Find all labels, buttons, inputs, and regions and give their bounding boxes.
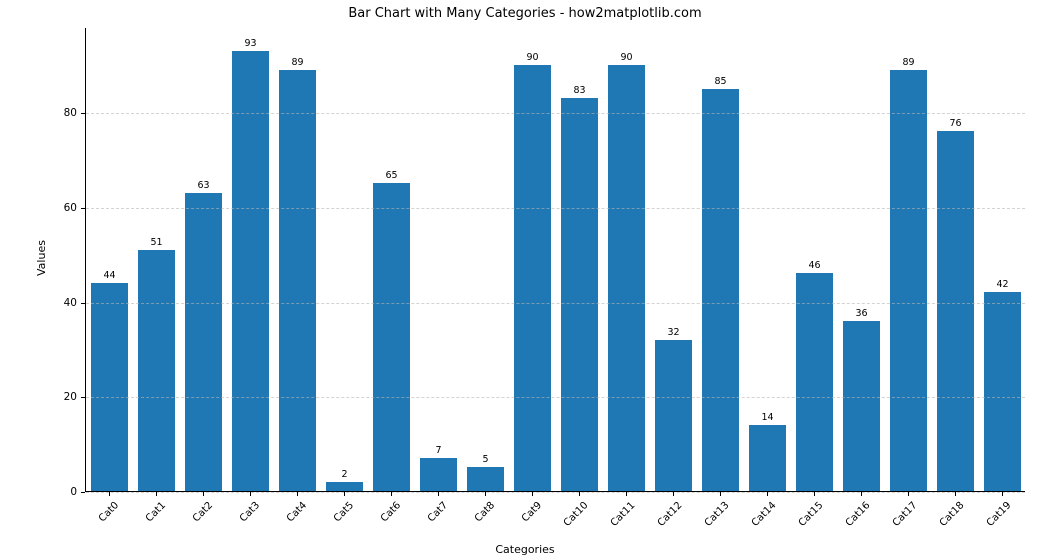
- x-tick-mark: [485, 492, 486, 496]
- bar-value-label: 76: [949, 118, 961, 129]
- x-tick-mark: [814, 492, 815, 496]
- gridline: [86, 303, 1025, 304]
- x-tick-label: Cat18: [937, 500, 966, 529]
- x-tick-mark: [626, 492, 627, 496]
- bar: [279, 70, 317, 491]
- x-axis-label: Categories: [0, 543, 1050, 556]
- figure: Bar Chart with Many Categories - how2mat…: [0, 0, 1050, 560]
- bar: [420, 458, 458, 491]
- bar: [138, 250, 176, 491]
- bar: [373, 183, 411, 491]
- x-tick-mark: [720, 492, 721, 496]
- x-tick-mark: [1002, 492, 1003, 496]
- x-tick-label: Cat5: [331, 500, 355, 524]
- bar-value-label: 42: [996, 279, 1008, 290]
- x-tick-mark: [297, 492, 298, 496]
- bar-value-label: 90: [620, 52, 632, 63]
- y-tick-label: 20: [37, 391, 77, 403]
- bar-value-label: 2: [341, 469, 347, 480]
- bar: [937, 131, 975, 491]
- x-tick-label: Cat11: [608, 500, 637, 529]
- bar: [843, 321, 881, 491]
- x-tick-label: Cat10: [561, 500, 590, 529]
- bar-value-label: 7: [435, 445, 441, 456]
- bar: [984, 292, 1022, 491]
- x-tick-mark: [673, 492, 674, 496]
- bar: [561, 98, 599, 491]
- x-tick-label: Cat16: [843, 500, 872, 529]
- bar-value-label: 5: [482, 454, 488, 465]
- x-tick-label: Cat7: [425, 500, 449, 524]
- gridline: [86, 113, 1025, 114]
- x-tick-label: Cat2: [190, 500, 214, 524]
- x-tick-label: Cat3: [237, 500, 261, 524]
- x-tick-label: Cat1: [143, 500, 167, 524]
- bar: [467, 467, 505, 491]
- gridline: [86, 397, 1025, 398]
- bar: [655, 340, 693, 492]
- y-tick-mark: [81, 208, 85, 209]
- y-tick-label: 80: [37, 107, 77, 119]
- x-tick-label: Cat12: [655, 500, 684, 529]
- x-tick-mark: [579, 492, 580, 496]
- y-axis-label: Values: [35, 240, 48, 276]
- bar: [185, 193, 223, 491]
- y-tick-label: 0: [37, 486, 77, 498]
- x-tick-mark: [438, 492, 439, 496]
- y-tick-mark: [81, 397, 85, 398]
- x-tick-mark: [109, 492, 110, 496]
- x-tick-label: Cat9: [519, 500, 543, 524]
- bar: [796, 273, 834, 491]
- bar: [702, 89, 740, 491]
- x-tick-label: Cat0: [96, 500, 120, 524]
- bar-value-label: 44: [103, 270, 115, 281]
- bar: [326, 482, 364, 491]
- bar-value-label: 46: [808, 260, 820, 271]
- bar-value-label: 93: [244, 38, 256, 49]
- bar-value-label: 32: [667, 327, 679, 338]
- bars-host: 44 51 63 93 89 2 65 7 5 90 83 90 32 85 14 46 36 89 76 42: [86, 28, 1025, 491]
- plot-area: 44 51 63 93 89 2 65 7 5 90 83 90 32 85 14 46 36 89 76 42: [85, 28, 1025, 492]
- bar-value-label: 89: [902, 57, 914, 68]
- bar: [749, 425, 787, 491]
- bar-value-label: 89: [291, 57, 303, 68]
- bar-value-label: 83: [573, 85, 585, 96]
- bar: [91, 283, 129, 491]
- bar-value-label: 63: [197, 180, 209, 191]
- bar-value-label: 14: [761, 412, 773, 423]
- gridline: [86, 208, 1025, 209]
- y-tick-mark: [81, 303, 85, 304]
- x-tick-mark: [767, 492, 768, 496]
- bar: [514, 65, 552, 491]
- x-tick-label: Cat8: [472, 500, 496, 524]
- x-tick-label: Cat6: [378, 500, 402, 524]
- bar-value-label: 90: [526, 52, 538, 63]
- x-tick-mark: [861, 492, 862, 496]
- y-tick-label: 60: [37, 202, 77, 214]
- y-tick-mark: [81, 113, 85, 114]
- x-tick-mark: [908, 492, 909, 496]
- bar: [232, 51, 270, 491]
- x-tick-label: Cat4: [284, 500, 308, 524]
- y-tick-label: 40: [37, 297, 77, 309]
- x-tick-label: Cat19: [984, 500, 1013, 529]
- x-tick-label: Cat15: [796, 500, 825, 529]
- bar-value-label: 36: [855, 308, 867, 319]
- bar-value-label: 51: [150, 237, 162, 248]
- bar: [608, 65, 646, 491]
- x-tick-mark: [955, 492, 956, 496]
- x-tick-mark: [532, 492, 533, 496]
- x-tick-mark: [391, 492, 392, 496]
- x-tick-mark: [250, 492, 251, 496]
- x-tick-label: Cat17: [890, 500, 919, 529]
- x-tick-label: Cat14: [749, 500, 778, 529]
- x-tick-mark: [156, 492, 157, 496]
- bar-value-label: 65: [385, 170, 397, 181]
- x-tick-label: Cat13: [702, 500, 731, 529]
- chart-title: Bar Chart with Many Categories - how2mat…: [0, 6, 1050, 21]
- bar: [890, 70, 928, 491]
- x-tick-mark: [344, 492, 345, 496]
- x-tick-mark: [203, 492, 204, 496]
- bar-value-label: 85: [714, 76, 726, 87]
